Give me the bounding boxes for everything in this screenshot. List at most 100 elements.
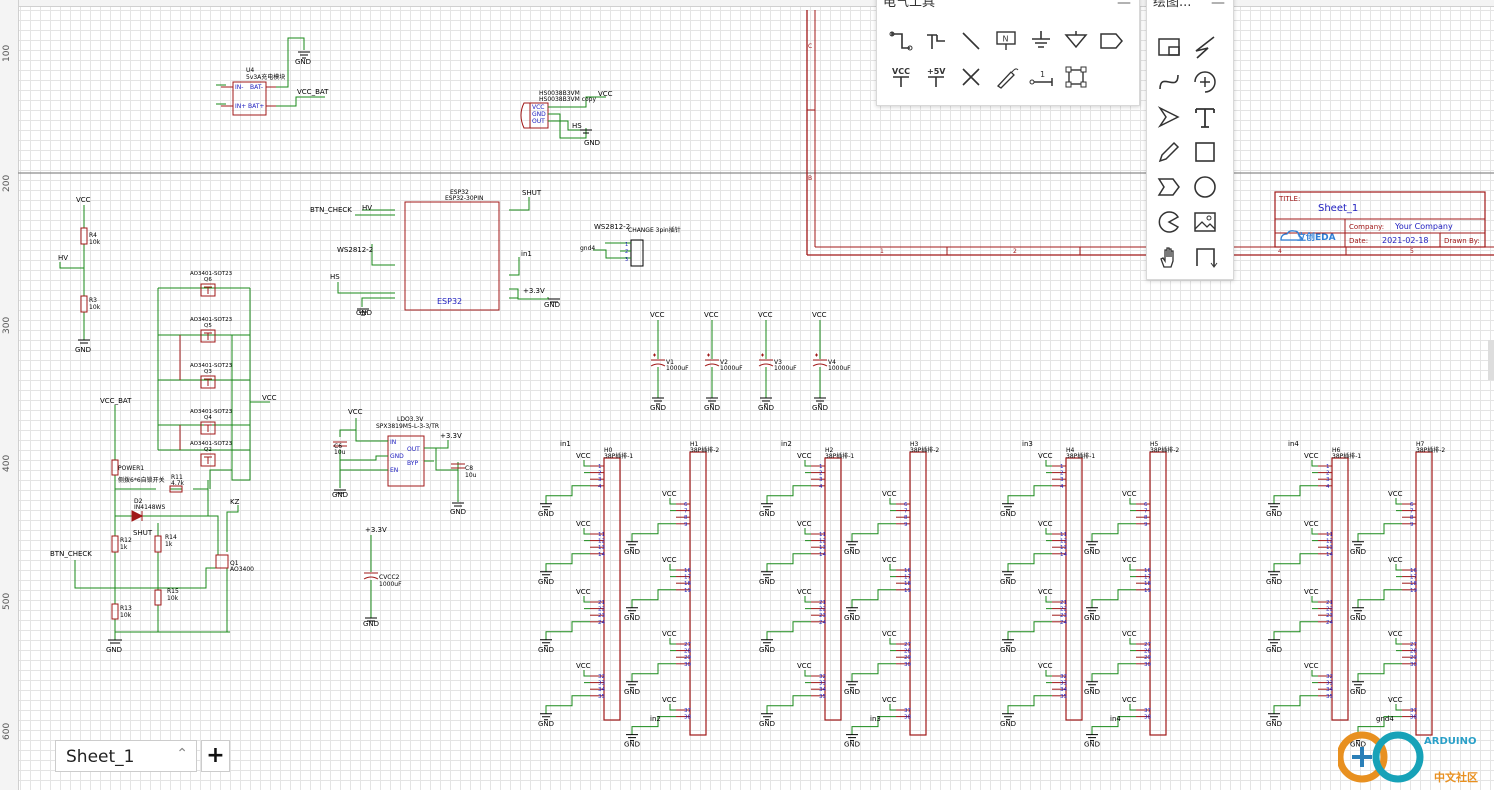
- net-label: GND: [538, 510, 554, 518]
- plus-circle-icon[interactable]: [1191, 68, 1219, 96]
- header-h1[interactable]: H138P插排-26789VCCGND16171819VCCGND2728293…: [624, 441, 719, 749]
- net-label: HS: [330, 273, 340, 281]
- net-label: VCC: [1122, 490, 1137, 498]
- image-box-icon[interactable]: [1155, 33, 1183, 61]
- minimize-icon[interactable]: —: [1211, 0, 1225, 10]
- pie-icon[interactable]: [1155, 208, 1183, 236]
- pencil-icon[interactable]: [1155, 138, 1183, 166]
- wire-icon[interactable]: [887, 27, 915, 55]
- header-pin: 29: [904, 655, 911, 661]
- cvcc2-capacitor[interactable]: +3.3V CVCC2 1000uF GND: [363, 526, 402, 628]
- scrollbar-handle[interactable]: [1488, 340, 1494, 380]
- pie-icon-glyph: [1158, 211, 1180, 233]
- probe-icon[interactable]: [992, 63, 1020, 91]
- mosfet-bank[interactable]: AO3401-SOT23Q6 AO3401-SOT23Q5 AO3401-SOT23…: [157, 271, 270, 481]
- group-icon[interactable]: [1062, 63, 1090, 91]
- chevron-up-icon[interactable]: ⌃: [176, 746, 188, 762]
- pin-icon[interactable]: 1: [1027, 63, 1055, 91]
- cap-val: 1000uF: [828, 365, 851, 372]
- circle-icon[interactable]: [1191, 173, 1219, 201]
- bezier-icon[interactable]: [1155, 68, 1183, 96]
- arrow-icon[interactable]: [1155, 103, 1183, 131]
- vcc-icon[interactable]: VCC: [887, 63, 915, 91]
- text-icon[interactable]: [1191, 103, 1219, 131]
- net-flag-icon[interactable]: [1097, 27, 1125, 55]
- header-pin: 29: [684, 655, 691, 661]
- title-label: TITLE:: [1278, 195, 1300, 203]
- header-h5[interactable]: H538P插排-26789VCCGND16171819VCCGND2728293…: [1084, 441, 1179, 749]
- header-h6[interactable]: H638P插排-11234VCCGND11121314VCCGND2122232…: [1266, 440, 1361, 728]
- hs0038-receiver[interactable]: HS0038B3VM HS0038B3VM copy VCC GND OUT V…: [520, 90, 613, 147]
- ground-icon[interactable]: [1027, 27, 1055, 55]
- esp32-module[interactable]: ESP32 ESP32-30PIN ESP32 BTN_CHECK HV WS2…: [310, 189, 560, 317]
- picture-icon[interactable]: [1191, 208, 1219, 236]
- bus-entry-icon[interactable]: [957, 27, 985, 55]
- capacitor-v1[interactable]: VCCV11000uFGND: [650, 311, 689, 412]
- net-label: VCC: [662, 490, 677, 498]
- capacitor-v3[interactable]: VCCV31000uFGND: [758, 311, 797, 412]
- capacitor-v4[interactable]: VCCV41000uFGND: [812, 311, 851, 412]
- wire-icon-glyph: [889, 31, 913, 51]
- header-pin: 22: [1060, 607, 1067, 613]
- power-switch-circuit[interactable]: VCC_BAT VCC POWER1 侧拨6*6自锁开关 R11 4.7k D2…: [50, 394, 277, 654]
- mosfet-q4[interactable]: AO3401-SOT23Q4: [190, 409, 233, 435]
- header-pin: 24: [1326, 620, 1333, 626]
- polyline-icon[interactable]: [1191, 243, 1219, 271]
- net-label: GND: [1084, 741, 1100, 749]
- mosfet-q3[interactable]: AO3401-SOT23Q3: [190, 363, 233, 389]
- net-label: VCC_BAT: [297, 88, 329, 96]
- net-label: VCC: [1122, 556, 1137, 564]
- net-port-gnd-icon-glyph: [1064, 31, 1088, 49]
- company-value: Your Company: [1394, 222, 1453, 231]
- schematic-drawing: C B 1 2 3 4 5 TITLE: Sheet_1 Company: Yo…: [18, 10, 1494, 749]
- rectangle-icon[interactable]: [1191, 138, 1219, 166]
- header-pin: 32: [1060, 674, 1067, 680]
- bus-icon[interactable]: [922, 27, 950, 55]
- arrow-icon-glyph: [1157, 106, 1180, 128]
- minimize-icon[interactable]: —: [1117, 0, 1131, 10]
- header-pin: 3: [1326, 477, 1330, 483]
- header-pin: 9: [1410, 522, 1414, 528]
- no-connect-icon[interactable]: [957, 63, 985, 91]
- header-pin: 22: [1326, 607, 1333, 613]
- net-label: GND: [356, 309, 372, 317]
- header-h0[interactable]: H038P插排-11234VCCGND11121314VCCGND2122232…: [538, 440, 633, 728]
- mosfet-q2[interactable]: AO3401-SOT23Q2: [190, 441, 233, 467]
- bezier-icon-glyph: [1159, 74, 1179, 90]
- header-h3[interactable]: H338P插排-26789VCCGND16171819VCCGND2728293…: [844, 441, 939, 749]
- r3-ref: R3: [89, 297, 97, 304]
- header-h4[interactable]: H438P插排-11234VCCGND11121314VCCGND2122232…: [1000, 440, 1095, 728]
- net-label: GND: [106, 646, 122, 654]
- electrical-tools-header[interactable]: 电气工具 —: [877, 0, 1139, 13]
- net-label: VCC: [758, 311, 773, 319]
- pencil-icon-glyph: [1158, 141, 1180, 163]
- net-label: KZ: [230, 498, 240, 506]
- sheet-tab-selector[interactable]: Sheet_1 ⌃: [55, 740, 197, 772]
- ws2812-connector[interactable]: WS2812-2 CHANGE 3pin插针 gnd4 1 2 3: [580, 223, 681, 267]
- net-label: VCC: [1038, 520, 1053, 528]
- net-label: +3.3V: [365, 526, 387, 534]
- header-pin: 32: [598, 674, 605, 680]
- voltage-divider[interactable]: VCC R4 10k HV R3 10k GND: [58, 196, 101, 354]
- lightning-icon[interactable]: [1191, 33, 1219, 61]
- plus5v-icon[interactable]: +5V: [922, 63, 950, 91]
- ldo-pin: BYP: [407, 460, 418, 467]
- header-h2[interactable]: H238P插排-11234VCCGND11121314VCCGND2122232…: [759, 440, 854, 728]
- pan-hand-icon[interactable]: [1155, 243, 1183, 271]
- u4-charger-module[interactable]: U4 5v3A充电模块 IN- BAT- IN+ BAT+ VCC_BAT GN…: [216, 37, 329, 116]
- net-label: gnd4: [580, 245, 595, 252]
- header-pin: 28: [684, 649, 691, 655]
- mosfet-q5[interactable]: AO3401-SOT23Q5: [190, 317, 233, 343]
- drawing-tools-header[interactable]: 绘图... —: [1147, 0, 1233, 13]
- polyline-icon-glyph: [1196, 248, 1218, 268]
- mosfet-q6[interactable]: AO3401-SOT23Q6: [190, 271, 233, 297]
- ldo-regulator[interactable]: LDO3.3V SPX3819M5-L-3-3/TR IN GND EN OUT…: [332, 408, 477, 516]
- add-sheet-button[interactable]: +: [201, 740, 230, 772]
- net-label-icon[interactable]: N: [992, 27, 1020, 55]
- net-port-gnd-icon[interactable]: [1062, 27, 1090, 55]
- header-pin: 12: [1060, 539, 1067, 545]
- header-pin: 34: [819, 687, 826, 693]
- capacitor-v2[interactable]: VCCV21000uFGND: [704, 311, 743, 412]
- polygon-icon[interactable]: [1155, 173, 1183, 201]
- header-h7[interactable]: H738P插排-26789VCCGND16171819VCCGND2728293…: [1350, 441, 1445, 749]
